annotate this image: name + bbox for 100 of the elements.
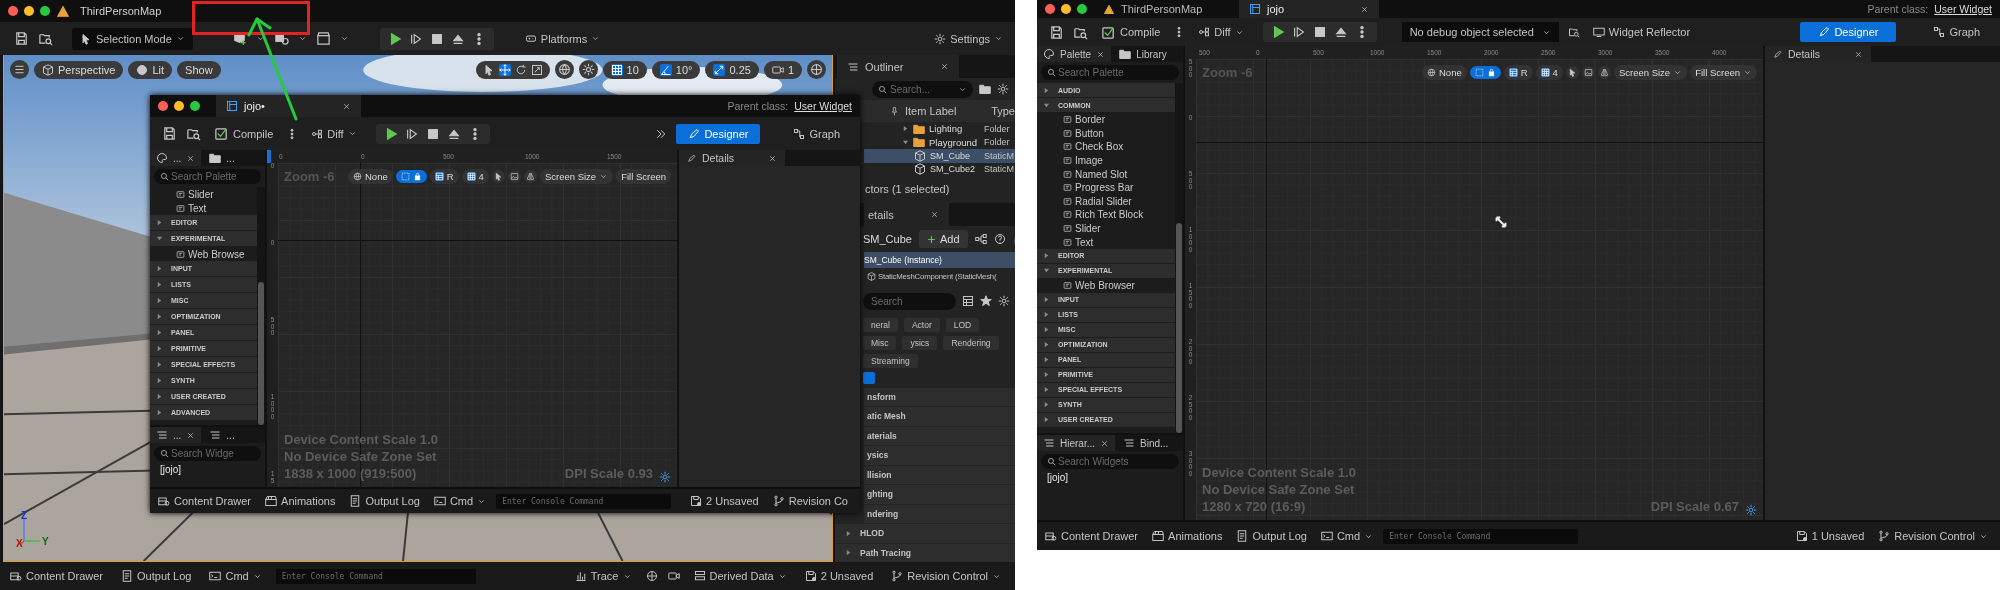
- stop-icon[interactable]: [425, 126, 440, 141]
- column-header[interactable]: Type: [991, 105, 1015, 118]
- eject-icon[interactable]: [1333, 25, 1348, 39]
- filter-chip[interactable]: neral: [863, 317, 898, 332]
- compile-button[interactable]: Compile: [1097, 21, 1165, 43]
- search-field[interactable]: Search...: [872, 80, 973, 98]
- palette-item[interactable]: Check Box: [1037, 140, 1175, 154]
- diff-dropdown[interactable]: Diff: [307, 124, 361, 143]
- dock-tab[interactable]: ...: [150, 150, 202, 166]
- palette-item[interactable]: Web Browser: [1037, 278, 1175, 293]
- step-icon[interactable]: [404, 126, 419, 141]
- zoom-window-button[interactable]: [190, 101, 200, 111]
- palette-item[interactable]: Text: [1037, 235, 1175, 249]
- property-category[interactable]: nsform: [864, 387, 1015, 407]
- zoom-window-button[interactable]: [40, 6, 50, 16]
- respect-locks-toggle[interactable]: R: [1503, 65, 1533, 80]
- property-category[interactable]: atic Mesh: [864, 407, 1015, 426]
- search-field[interactable]: Search: [863, 292, 956, 310]
- details-tab[interactable]: Details: [679, 150, 785, 166]
- close-icon[interactable]: [186, 153, 196, 163]
- derived-data-button[interactable]: Derived Data: [689, 567, 791, 585]
- dock-tab[interactable]: Bind...: [1117, 435, 1175, 451]
- content-drawer-button[interactable]: Content Drawer: [1041, 527, 1143, 545]
- property-category[interactable]: ysics: [864, 446, 1015, 465]
- output-log-button[interactable]: Output Log: [345, 492, 424, 510]
- fill-screen-dropdown[interactable]: Fill Screen: [616, 169, 671, 184]
- palette-item[interactable]: Rich Text Block: [1037, 208, 1175, 222]
- hierarchy-item[interactable]: [jojo]: [1037, 472, 1183, 483]
- document-tab[interactable]: ThirdPersonMap: [1093, 0, 1233, 18]
- star-icon[interactable]: [980, 295, 992, 308]
- dock-tab[interactable]: ...: [203, 427, 241, 443]
- folder-icon[interactable]: [979, 83, 991, 96]
- save-icon[interactable]: [14, 31, 29, 46]
- settings-icon[interactable]: [659, 471, 671, 483]
- platforms-button[interactable]: Platforms: [520, 29, 605, 48]
- compile-button[interactable]: Compile: [210, 123, 278, 144]
- select-icon[interactable]: [482, 63, 495, 76]
- revision-control-button[interactable]: Revision Control: [1874, 527, 1992, 545]
- image-icon[interactable]: [507, 170, 521, 183]
- revision-control-button[interactable]: Revision Control: [887, 567, 1005, 585]
- save-icon[interactable]: [162, 126, 177, 141]
- close-icon[interactable]: [186, 430, 196, 440]
- dock-tab[interactable]: ...: [150, 427, 202, 443]
- close-icon[interactable]: [768, 153, 777, 163]
- property-category[interactable]: llision: [864, 465, 1015, 485]
- close-window-button[interactable]: [1045, 4, 1055, 14]
- close-icon[interactable]: [1854, 49, 1863, 59]
- pointer-icon[interactable]: [1565, 66, 1579, 79]
- parent-class-link[interactable]: User Widget: [794, 100, 852, 112]
- caret-icon[interactable]: [297, 34, 307, 43]
- palette-item[interactable]: Border: [1037, 113, 1175, 127]
- stop-icon[interactable]: [1312, 25, 1327, 39]
- property-category[interactable]: Path Tracing: [835, 543, 1015, 562]
- caret-icon[interactable]: [255, 34, 265, 43]
- document-tab[interactable]: jojo•: [216, 95, 361, 117]
- caret-icon[interactable]: [339, 34, 349, 43]
- camera-icon[interactable]: [667, 570, 680, 582]
- revision-control-button[interactable]: Revision Co: [768, 492, 852, 510]
- save-icon[interactable]: [1049, 24, 1064, 40]
- close-window-button[interactable]: [8, 6, 18, 16]
- search-field[interactable]: Search Widge: [154, 446, 261, 461]
- parent-class-link[interactable]: User Widget: [1934, 3, 1992, 15]
- close-icon[interactable]: [1096, 49, 1106, 59]
- filter-chip[interactable]: Actor: [903, 317, 940, 332]
- content-drawer-button[interactable]: Content Drawer: [154, 492, 256, 510]
- designer-mode-button[interactable]: Designer: [676, 123, 761, 144]
- search-field[interactable]: Search Widgets: [1041, 454, 1179, 469]
- dock-tab[interactable]: Hierar...: [1037, 435, 1115, 451]
- property-category[interactable]: HLOD: [835, 524, 1015, 543]
- designer-mode-button[interactable]: Designer: [1800, 22, 1897, 42]
- palette-item[interactable]: Slider: [150, 187, 257, 201]
- step-icon[interactable]: [408, 31, 423, 46]
- clapperboard-icon[interactable]: [315, 31, 331, 46]
- mirror-icon[interactable]: [1597, 66, 1611, 79]
- filter-chip[interactable]: LOD: [945, 317, 980, 332]
- cmd-dropdown[interactable]: Cmd: [1316, 527, 1378, 545]
- palette-item[interactable]: Text: [150, 201, 257, 215]
- palette-item[interactable]: Named Slot: [1037, 167, 1175, 181]
- pointer-icon[interactable]: [491, 170, 505, 183]
- image-icon[interactable]: [1581, 66, 1595, 79]
- browse-icon[interactable]: [38, 31, 53, 46]
- console-input[interactable]: Enter Console Command: [1383, 528, 1579, 544]
- rotate-icon[interactable]: [514, 63, 527, 76]
- property-category[interactable]: aterials: [864, 426, 1015, 446]
- dock-tab[interactable]: Library: [1113, 46, 1173, 62]
- debug-object-dropdown[interactable]: No debug object selected: [1401, 22, 1559, 42]
- cmd-dropdown[interactable]: Cmd: [429, 492, 491, 510]
- step-icon[interactable]: [1291, 25, 1306, 39]
- property-category[interactable]: ndering: [864, 504, 1015, 524]
- grid-snap-toggle[interactable]: 4: [1535, 65, 1563, 80]
- console-input[interactable]: Enter Console Command: [496, 493, 672, 509]
- dpi-rule-button[interactable]: None: [348, 169, 393, 184]
- stop-icon[interactable]: [429, 31, 444, 46]
- settings-button[interactable]: Settings: [930, 29, 1007, 48]
- console-input[interactable]: Enter Console Command: [275, 568, 476, 584]
- close-icon[interactable]: [1360, 4, 1369, 14]
- close-window-button[interactable]: [158, 101, 168, 111]
- scrollbar[interactable]: [257, 187, 265, 425]
- palette-item[interactable]: Button: [1037, 126, 1175, 141]
- settings-icon[interactable]: [1745, 504, 1757, 516]
